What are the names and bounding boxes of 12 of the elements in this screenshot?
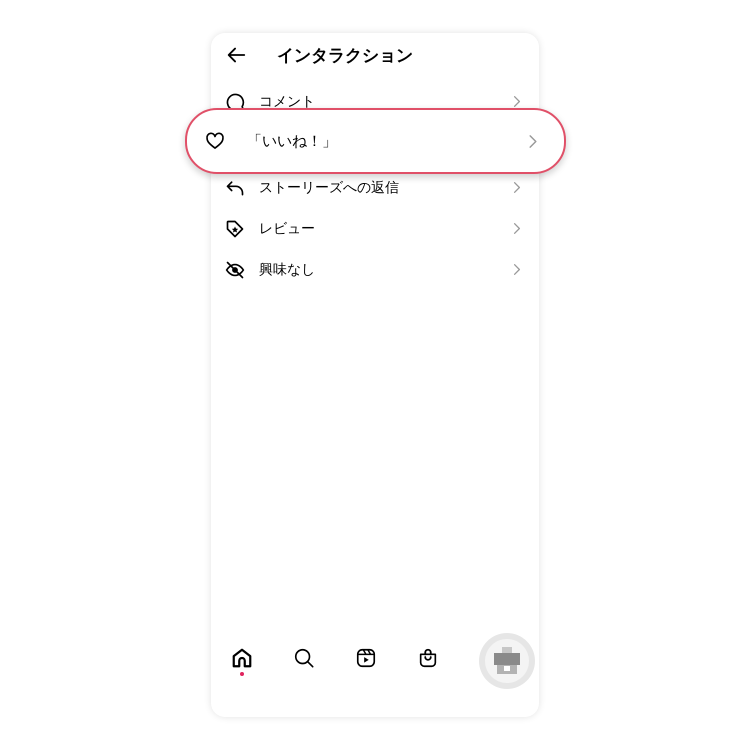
chevron-right-icon xyxy=(528,134,538,148)
menu-item[interactable]: 興味なし xyxy=(211,249,539,290)
chevron-right-icon xyxy=(513,181,521,194)
menu-item[interactable]: レビュー xyxy=(211,208,539,249)
tag-icon xyxy=(225,218,245,238)
menu-item[interactable]: 「いいね！」 xyxy=(185,108,566,174)
page-title: インタラクション xyxy=(277,44,413,66)
eye-slash-icon xyxy=(225,260,245,280)
chevron-right-icon xyxy=(513,263,521,276)
heart-icon xyxy=(205,131,225,151)
chevron-right-icon xyxy=(513,95,521,108)
chevron-right-icon xyxy=(513,222,521,235)
